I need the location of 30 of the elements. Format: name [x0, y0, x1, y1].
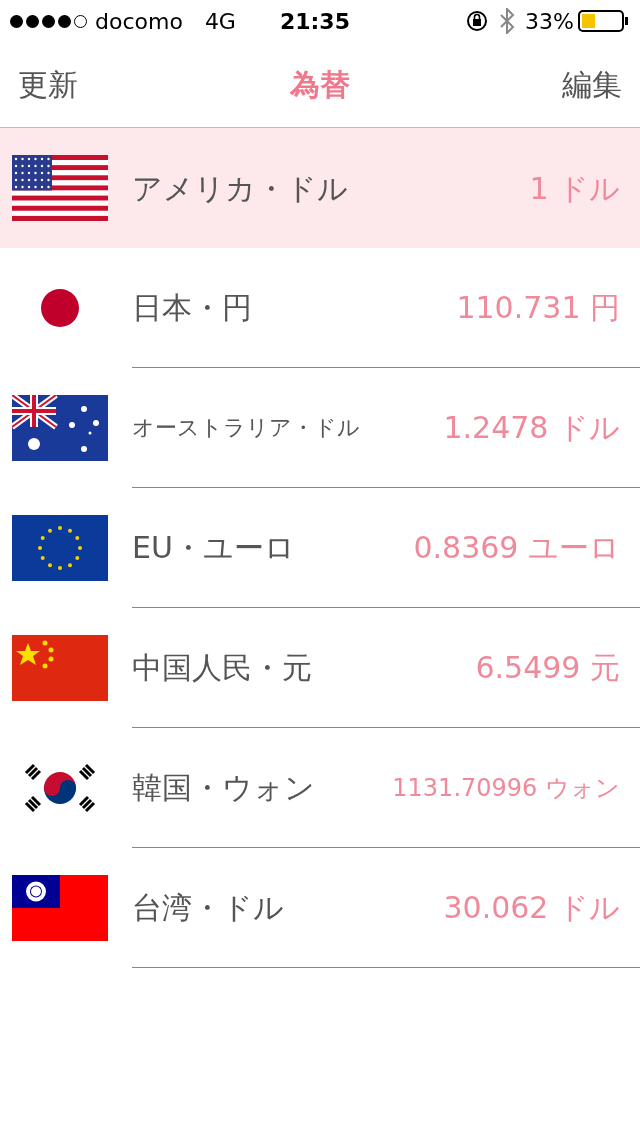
clock-time: 21:35	[279, 7, 350, 36]
flag-icon	[12, 875, 108, 941]
edit-button[interactable]: 編集	[562, 62, 622, 107]
network-type: 4G	[204, 7, 236, 36]
currency-row[interactable]: アメリカ・ドル 1 ドル	[0, 128, 640, 248]
exchange-rate: 1 ドル	[529, 169, 620, 208]
currency-name: 韓国・ウォン	[132, 769, 315, 807]
currency-name: オーストラリア・ドル	[132, 414, 360, 442]
flag-icon	[12, 635, 108, 701]
currency-name: 台湾・ドル	[132, 889, 284, 927]
exchange-rate: 0.8369 ユーロ	[413, 529, 620, 567]
currency-name: EU・ユーロ	[132, 529, 295, 567]
carrier-name: docomo	[95, 7, 183, 36]
nav-title: 為替	[290, 66, 350, 104]
refresh-button[interactable]: 更新	[18, 62, 78, 107]
currency-name: アメリカ・ドル	[132, 169, 348, 208]
rotation-lock-icon	[465, 9, 490, 33]
battery-percent: 33%	[525, 7, 574, 36]
exchange-rate: 6.5499 元	[475, 649, 620, 687]
exchange-rate: 30.062 ドル	[443, 889, 620, 927]
exchange-rate: 110.731 円	[456, 289, 620, 327]
currency-name: 中国人民・元	[132, 649, 312, 687]
battery-icon	[578, 9, 630, 33]
bluetooth-icon	[499, 8, 516, 34]
currency-name: 日本・円	[132, 289, 252, 327]
exchange-rate: 1131.70996 ウォン	[392, 772, 620, 804]
flag-icon	[12, 515, 108, 581]
flag-icon	[12, 395, 108, 461]
flag-icon	[12, 155, 108, 221]
exchange-rate: 1.2478 ドル	[443, 409, 620, 447]
